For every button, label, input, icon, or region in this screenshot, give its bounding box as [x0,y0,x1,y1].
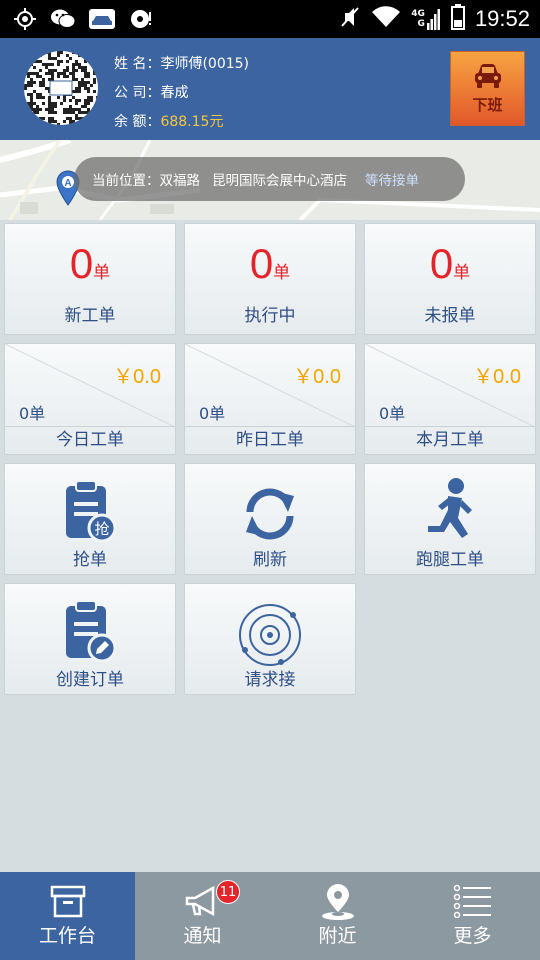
tile-new-orders[interactable]: 0单 新工单 [4,223,176,335]
driver-qr-avatar[interactable] [24,51,98,125]
driver-balance-value: 688.15元 [160,114,224,130]
nav-notifications-label: 通知 [183,925,222,947]
yesterday-count: 0单 [199,404,226,423]
archive-box-icon [50,885,85,918]
driver-info: 姓 名：李师傅(0015) 公 司：春成 余 额：688.15元 [114,50,249,137]
nav-workbench[interactable]: 工作台 [0,872,135,960]
wifi-icon [371,5,401,33]
order-status-text: 等待接单 [365,173,419,189]
nav-more-label: 更多 [453,925,492,947]
current-location-place: 昆明国际会展中心酒店 [212,173,347,189]
nav-workbench-label: 工作台 [38,925,96,947]
driver-name-row: 姓 名：李师傅(0015) [114,50,249,79]
driver-balance-label: 余 额： [114,114,161,130]
driver-name-value: 李师傅(0015) [160,56,250,72]
nav-nearby[interactable]: 附近 [270,872,405,960]
refresh-label: 刷新 [253,550,287,570]
yesterday-orders-label: 昨日工单 [236,430,304,450]
location-target-icon [12,6,38,32]
tile-unreported[interactable]: 0单 未报单 [364,223,536,335]
month-amount: ￥0.0 [473,366,521,388]
driver-company-row: 公 司：春成 [114,79,249,108]
today-amount: ￥0.0 [113,366,161,388]
car-app-icon [88,6,116,32]
bottom-nav: 工作台 11 通知 附近 更多 [0,872,540,960]
today-orders-label: 今日工单 [56,430,124,450]
grab-order-button[interactable]: 抢 抢单 [4,463,176,575]
network-type-sub-label: G [417,19,425,29]
create-order-label: 创建订单 [56,670,124,690]
current-location-road: 双福路 [159,173,201,189]
driver-company-label: 公 司： [114,85,161,101]
month-orders-label: 本月工单 [416,430,484,450]
nav-notifications[interactable]: 11 通知 [135,872,270,960]
wechat-icon [50,6,76,32]
unreported-label: 未报单 [424,306,476,326]
grab-order-label: 抢单 [73,550,107,570]
errand-orders-label: 跑腿工单 [416,550,484,570]
nav-nearby-label: 附近 [318,925,357,947]
month-count: 0单 [379,404,406,423]
running-man-icon [428,478,472,538]
errand-orders-button[interactable]: 跑腿工单 [364,463,536,575]
list-menu-icon [453,884,491,918]
request-pickup-button[interactable]: 请求接 [184,583,356,695]
refresh-button[interactable]: 刷新 [184,463,356,575]
status-bar: 4G G 19:52 [0,0,540,38]
in-progress-count: 0 [249,240,274,287]
in-progress-label: 执行中 [244,306,296,326]
battery-icon [450,4,465,34]
record-icon [128,6,154,32]
create-order-button[interactable]: 创建订单 [4,583,176,695]
driver-header: 姓 名：李师傅(0015) 公 司：春成 余 额：688.15元 下班 [0,38,540,140]
new-orders-label: 新工单 [64,306,116,326]
map-location-strip[interactable]: A 当前位置： 双福路 昆明国际会展中心酒店 等待接单 [0,140,540,220]
in-progress-unit: 单 [273,263,291,283]
network-type-label: 4G [411,9,425,19]
tile-in-progress[interactable]: 0单 执行中 [184,223,356,335]
driver-name-label: 姓 名： [114,56,161,72]
clipboard-grab-icon: 抢 [66,480,117,543]
notification-badge: 11 [216,880,240,904]
request-pickup-label: 请求接 [244,670,296,690]
unreported-unit: 单 [453,263,471,283]
driver-company-value: 春成 [160,85,189,101]
clipboard-edit-icon [66,600,117,663]
mute-icon [339,5,361,33]
refresh-icon [246,488,294,540]
off-duty-label: 下班 [472,96,503,114]
map-pin-icon [321,884,354,920]
tile-yesterday-orders[interactable]: ￥0.0 0单 昨日工单 [184,343,357,455]
off-duty-button[interactable]: 下班 [450,51,525,126]
radar-icon [239,604,301,666]
today-count: 0单 [19,404,46,423]
current-location-pill[interactable]: 当前位置： 双福路 昆明国际会展中心酒店 等待接单 [74,157,465,201]
grab-icon-text: 抢 [94,520,109,538]
unreported-count: 0 [429,240,454,287]
new-orders-count: 0 [69,240,94,287]
yesterday-amount: ￥0.0 [293,366,341,388]
clock: 19:52 [474,6,530,31]
tile-today-orders[interactable]: ￥0.0 0单 今日工单 [4,343,177,455]
signal-icon: 4G G [411,8,441,30]
nav-more[interactable]: 更多 [405,872,540,960]
driver-balance-row: 余 额：688.15元 [114,108,249,137]
current-location-label: 当前位置： [92,173,160,189]
new-orders-unit: 单 [93,263,111,283]
location-pin-letter: A [64,178,71,189]
car-icon [474,64,501,88]
tile-month-orders[interactable]: ￥0.0 0单 本月工单 [364,343,537,455]
